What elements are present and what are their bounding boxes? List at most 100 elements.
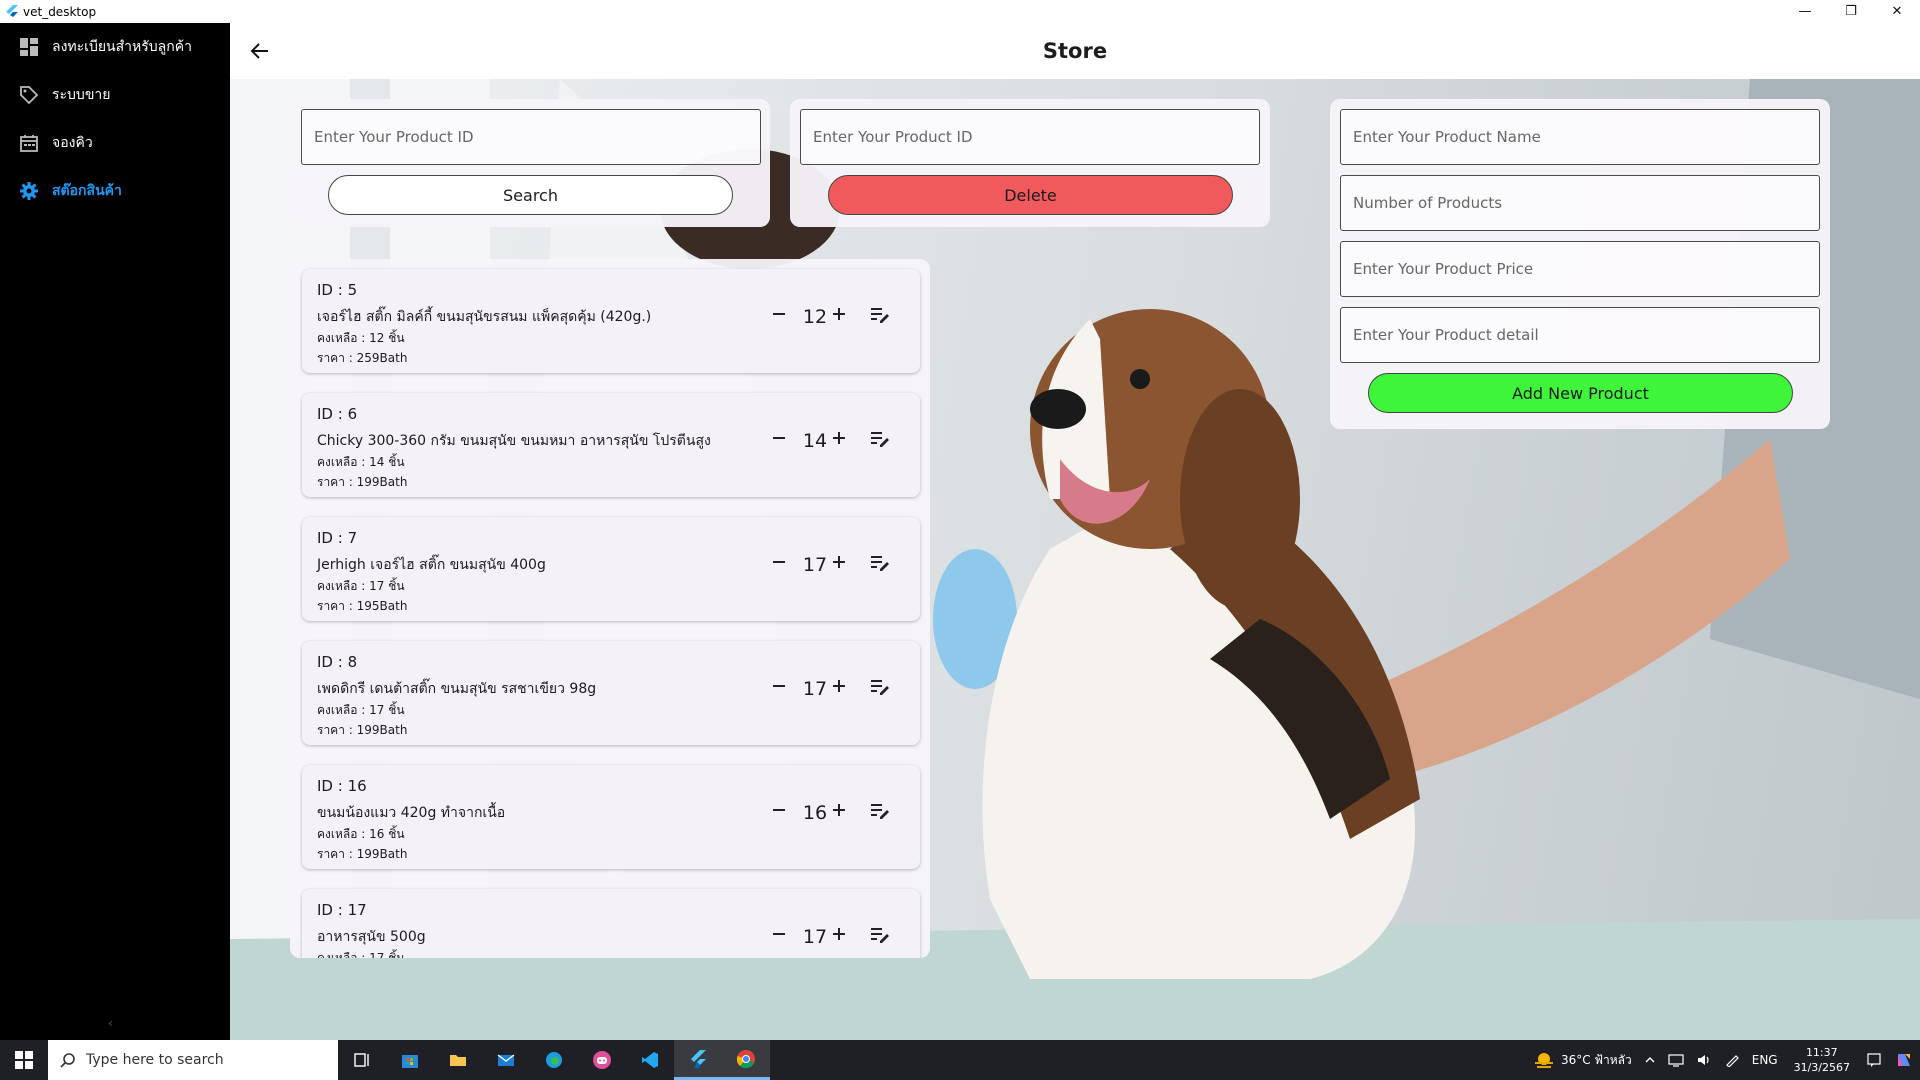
delete-product-id-input[interactable]: Enter Your Product ID: [800, 109, 1260, 165]
product-price: ราคา : 259Bath: [317, 351, 408, 365]
start-button[interactable]: [0, 1040, 48, 1080]
taskbar-explorer-app[interactable]: [434, 1040, 482, 1080]
delete-panel: Enter Your Product ID Delete: [790, 99, 1270, 227]
taskbar-flutter-app[interactable]: [674, 1040, 722, 1080]
increase-quantity-button[interactable]: [828, 551, 850, 573]
product-card: ID : 17 อาหารสุนัข 500g คงเหลือ : 17 ชิ้…: [302, 889, 920, 958]
edit-note-icon[interactable]: [868, 675, 890, 697]
product-id: ID : 7: [317, 529, 358, 547]
edit-note-icon[interactable]: [868, 923, 890, 945]
product-quantity: 14: [802, 430, 828, 452]
edit-note-icon[interactable]: [868, 551, 890, 573]
task-view-button[interactable]: [338, 1040, 386, 1080]
product-count-input[interactable]: Number of Products: [1340, 175, 1820, 231]
network-button[interactable]: [1662, 1053, 1690, 1067]
show-hidden-icons-button[interactable]: [1638, 1054, 1662, 1066]
sidebar-item-label: ระบบขาย: [52, 87, 111, 103]
clock-time: 11:37: [1805, 1046, 1838, 1059]
taskbar-search-placeholder: Type here to search: [86, 1052, 224, 1068]
product-price: ราคา : 199Bath: [317, 475, 408, 489]
decrease-quantity-button[interactable]: [768, 427, 790, 449]
edit-note-icon[interactable]: [868, 427, 890, 449]
pen-icon: [1725, 1055, 1739, 1067]
language-indicator[interactable]: ENG: [1746, 1053, 1784, 1067]
increase-quantity-button[interactable]: [828, 427, 850, 449]
taskbar-chrome-app[interactable]: [722, 1040, 770, 1080]
add-product-button[interactable]: Add New Product: [1368, 373, 1793, 413]
calendar-icon: [18, 132, 40, 154]
notifications-button[interactable]: [1860, 1052, 1888, 1068]
search-button[interactable]: Search: [328, 175, 733, 215]
sidebar-item-register[interactable]: ลงทะเบียนสำหรับลูกค้า: [0, 23, 230, 71]
notification-icon: [1867, 1053, 1881, 1067]
increase-quantity-button[interactable]: [828, 923, 850, 945]
close-button[interactable]: ✕: [1874, 0, 1920, 23]
sidebar-item-sales[interactable]: ระบบขาย: [0, 71, 230, 119]
product-stock: คงเหลือ : 14 ชิ้น: [317, 455, 405, 469]
product-id: ID : 6: [317, 405, 358, 423]
product-name: เพดดิกรี เดนต้าสติ๊ก ขนมสุนัข รสชาเขียว …: [317, 681, 597, 697]
product-card: ID : 7 Jerhigh เจอร์ไฮ สติ๊ก ขนมสุนัข 40…: [302, 517, 920, 621]
task-view-icon: [354, 1053, 369, 1067]
product-stock: คงเหลือ : 16 ชิ้น: [317, 827, 405, 841]
clock[interactable]: 11:37 31/3/2567: [1784, 1045, 1860, 1075]
edit-note-icon[interactable]: [868, 303, 890, 325]
taskbar-discord-app[interactable]: [578, 1040, 626, 1080]
windows-taskbar: Type here to search 36°C ฟ้าหลัว ENG 11:…: [0, 1040, 1920, 1080]
window-title: vet_desktop: [23, 4, 97, 19]
volume-button[interactable]: [1690, 1053, 1718, 1067]
sidebar-item-booking[interactable]: จองคิว: [0, 119, 230, 167]
sidebar-item-label: จองคิว: [52, 135, 93, 151]
product-card: ID : 6 Chicky 300-360 กรัม ขนมสุนัข ขนมห…: [302, 393, 920, 497]
chrome-icon: [736, 1049, 755, 1068]
edit-note-icon[interactable]: [868, 799, 890, 821]
pen-button[interactable]: [1718, 1053, 1746, 1067]
decrease-quantity-button[interactable]: [768, 923, 790, 945]
search-product-id-input[interactable]: Enter Your Product ID: [301, 109, 761, 165]
collapse-sidebar-button[interactable]: ‹: [108, 1016, 113, 1030]
increase-quantity-button[interactable]: [828, 675, 850, 697]
folder-icon: [450, 1055, 466, 1066]
search-icon: [60, 1053, 75, 1068]
product-quantity: 17: [802, 554, 828, 576]
weather-widget[interactable]: 36°C ฟ้าหลัว: [1527, 1051, 1638, 1070]
increase-quantity-button[interactable]: [828, 799, 850, 821]
product-list: ID : 5 เจอร์ไฮ สติ๊ก มิลค์กี้ ขนมสุนัขรส…: [290, 259, 930, 958]
page-title: Store: [1042, 39, 1108, 63]
clock-date: 31/3/2567: [1793, 1061, 1850, 1074]
weather-text: 36°C ฟ้าหลัว: [1561, 1052, 1632, 1067]
product-stock: คงเหลือ : 17 ชิ้น: [317, 951, 405, 958]
store-icon: [402, 1055, 418, 1068]
minimize-button[interactable]: —: [1782, 0, 1828, 23]
taskbar-mail-app[interactable]: [482, 1040, 530, 1080]
taskbar-edge-app[interactable]: [530, 1040, 578, 1080]
taskbar-vscode-app[interactable]: [626, 1040, 674, 1080]
product-stock: คงเหลือ : 17 ชิ้น: [317, 579, 405, 593]
decrease-quantity-button[interactable]: [768, 799, 790, 821]
search-panel: Enter Your Product ID Search: [290, 99, 770, 227]
product-name-input[interactable]: Enter Your Product Name: [1340, 109, 1820, 165]
taskbar-search-box[interactable]: Type here to search: [48, 1040, 338, 1080]
product-detail-input[interactable]: Enter Your Product detail: [1340, 307, 1820, 363]
product-id: ID : 17: [317, 901, 367, 919]
decrease-quantity-button[interactable]: [768, 303, 790, 325]
maximize-button[interactable]: ❐: [1828, 0, 1874, 23]
decrease-quantity-button[interactable]: [768, 551, 790, 573]
product-quantity: 12: [802, 306, 828, 328]
sidebar-item-label: ลงทะเบียนสำหรับลูกค้า: [52, 39, 192, 55]
product-price-input[interactable]: Enter Your Product Price: [1340, 241, 1820, 297]
add-product-panel: Enter Your Product Name Number of Produc…: [1330, 99, 1830, 429]
copilot-button[interactable]: [1888, 1050, 1920, 1070]
increase-quantity-button[interactable]: [828, 303, 850, 325]
mail-icon: [497, 1054, 515, 1066]
product-stock: คงเหลือ : 12 ชิ้น: [317, 331, 405, 345]
product-quantity: 17: [802, 678, 828, 700]
product-id: ID : 5: [317, 281, 358, 299]
decrease-quantity-button[interactable]: [768, 675, 790, 697]
sidebar-item-stock[interactable]: สต๊อกสินค้า: [0, 167, 230, 215]
product-quantity: 17: [802, 926, 828, 948]
product-stock: คงเหลือ : 17 ชิ้น: [317, 703, 405, 717]
taskbar-store-app[interactable]: [386, 1040, 434, 1080]
flutter-icon: [691, 1049, 706, 1068]
delete-button[interactable]: Delete: [828, 175, 1233, 215]
